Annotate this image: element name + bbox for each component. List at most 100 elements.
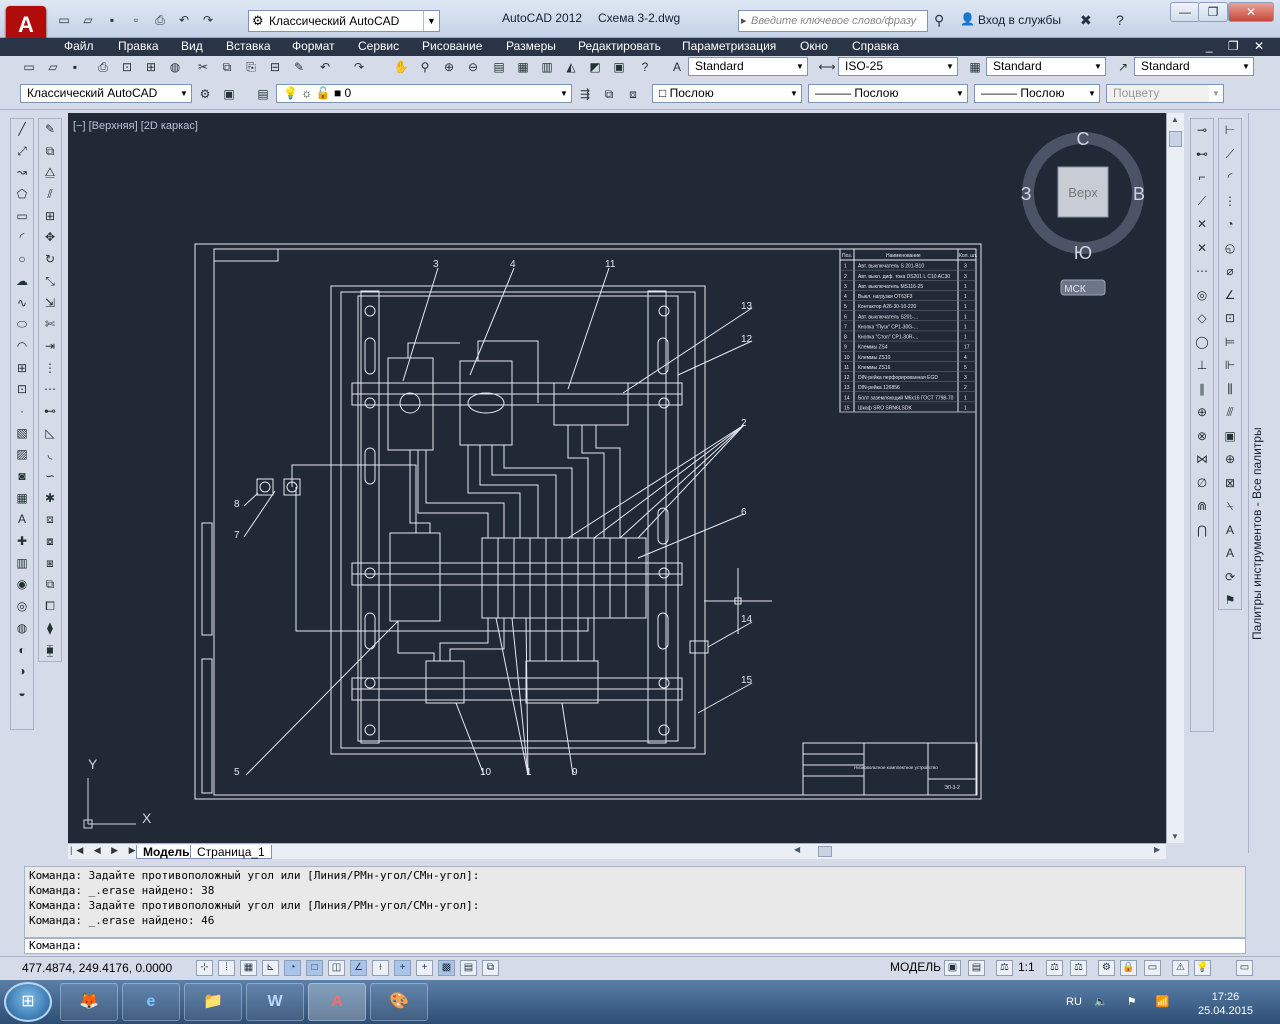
make-current-icon[interactable]: ⇶ [576, 85, 594, 103]
workspace-select[interactable]: ⚙ Классический AutoCAD ▼ [248, 10, 440, 32]
quick-view-layouts-icon[interactable]: ▣ [944, 960, 961, 976]
text-style-select[interactable]: Standard ▼ [688, 57, 808, 76]
dim-space-icon[interactable]: ⫼ [1219, 378, 1241, 402]
copy-object-icon[interactable]: ⧉ [39, 141, 61, 163]
compass-east[interactable]: В [1133, 184, 1145, 204]
bring-above-icon[interactable]: ⧉ [39, 574, 61, 596]
text-front-icon[interactable]: ⧫ [39, 618, 61, 640]
match-properties-icon[interactable]: ✎ [290, 58, 308, 76]
scroll-up-icon[interactable]: ▲ [1171, 115, 1179, 124]
fillet-icon[interactable]: ◟ [39, 444, 61, 466]
viewport-label[interactable]: [−] [Верхняя] [2D каркас] [73, 120, 198, 132]
gradient-icon[interactable]: ▨ [11, 444, 33, 466]
dim-arc-icon[interactable]: ◜ [1219, 166, 1241, 190]
compass-north[interactable]: С [1077, 129, 1090, 149]
hscroll-left-icon[interactable]: ◀ [794, 845, 800, 854]
grid-display-icon[interactable]: ▦ [240, 960, 257, 976]
zoom-window-icon[interactable]: ⊕ [440, 58, 458, 76]
sheet-set-icon[interactable]: ◭ [562, 58, 580, 76]
menu-tools[interactable]: Сервис [358, 39, 399, 53]
binoculars-icon[interactable]: ⚲ [934, 12, 944, 29]
restore-button[interactable]: ❐ [1198, 2, 1228, 22]
customize-icon[interactable]: ▣ [220, 85, 238, 103]
erase-icon[interactable]: ✎ [39, 119, 61, 141]
color-select[interactable]: □ Послою ▼ [652, 84, 802, 103]
bring-front-icon[interactable]: ⧇ [39, 531, 61, 553]
table-style-select[interactable]: Standard ▼ [986, 57, 1106, 76]
rectangle-icon[interactable]: ▭ [11, 206, 33, 228]
array-icon[interactable]: ⊞ [39, 206, 61, 228]
ucs-menu[interactable]: МСК [1064, 284, 1086, 295]
snap-insert-icon[interactable]: ⊕ [1191, 401, 1213, 425]
mirror-icon[interactable]: ⧋ [39, 162, 61, 184]
trim-icon[interactable]: ✄ [39, 314, 61, 336]
dim-quick-icon[interactable]: ⊡ [1219, 307, 1241, 331]
construction-line-icon[interactable]: ⤢ [11, 141, 33, 163]
ellipse-arc-icon[interactable]: ◠ [11, 336, 33, 358]
clean-screen-icon[interactable]: ▭ [1236, 960, 1253, 976]
design-center-icon[interactable]: ▦ [514, 58, 532, 76]
save-icon[interactable]: ▪ [66, 58, 84, 76]
quick-view-drawings-icon[interactable]: ▤ [968, 960, 985, 976]
model-space-toggle[interactable]: МОДЕЛЬ [890, 960, 941, 974]
workspace-switching-icon[interactable]: ⚙ [1098, 960, 1115, 976]
polyline-icon[interactable]: ↝ [11, 162, 33, 184]
clock[interactable]: 17:26 25.04.2015 [1198, 990, 1253, 1018]
viewcube-face[interactable]: Верх [1068, 185, 1098, 200]
osnap-settings-icon[interactable]: ⋒ [1191, 495, 1213, 519]
chevron-down-icon[interactable]: ▼ [423, 11, 439, 31]
snap-node-icon[interactable]: ⊗ [1191, 425, 1213, 449]
dim-baseline-icon[interactable]: ⊨ [1219, 331, 1241, 355]
scroll-down-icon[interactable]: ▼ [1171, 832, 1179, 841]
selection-cycling-icon[interactable]: ⧉ [482, 960, 499, 976]
offset-icon[interactable]: ⫽ [39, 184, 61, 206]
add-selected-icon[interactable]: ✚ [11, 531, 33, 553]
break-icon[interactable]: ⋯ [39, 379, 61, 401]
center-mark-icon[interactable]: ⊕ [1219, 448, 1241, 472]
dim-break-icon[interactable]: ⫻ [1219, 401, 1241, 425]
infer-constraints-icon[interactable]: ⊹ [196, 960, 213, 976]
warning-icon[interactable]: ⚠ [1172, 960, 1189, 976]
zoom-previous-icon[interactable]: ⊖ [464, 58, 482, 76]
redo-icon[interactable]: ↷ [350, 58, 368, 76]
menu-parametric[interactable]: Параметризация [682, 39, 776, 53]
word-taskbar-icon[interactable]: W [246, 983, 304, 1021]
save-icon[interactable]: ▪ [102, 10, 122, 30]
copy-icon[interactable]: ⧉ [218, 58, 236, 76]
dim-update-icon[interactable]: ⟳ [1219, 566, 1241, 590]
open-icon[interactable]: ▱ [78, 10, 98, 30]
snap-apparent-icon[interactable]: ✕ [1191, 237, 1213, 261]
tool-palettes-icon[interactable]: ▥ [538, 58, 556, 76]
vertical-scrollbar[interactable]: ▲ ▼ [1166, 113, 1184, 843]
dynamic-input-icon[interactable]: + [394, 960, 411, 976]
annotation-scale-value[interactable]: 1:1 [1018, 960, 1035, 974]
menu-window[interactable]: Окно [800, 39, 828, 53]
plot-icon[interactable]: ⎙ [150, 10, 170, 30]
start-button[interactable]: ⊞ [4, 982, 52, 1022]
coordinates-readout[interactable]: 477.4874, 249.4176, 0.0000 [22, 961, 172, 975]
autocad-taskbar-icon[interactable]: A [308, 983, 366, 1021]
mdi-window-buttons[interactable]: _ ❐ ✕ [1206, 39, 1270, 53]
drawing-canvas[interactable]: [−] [Верхняя] [2D каркас] Верх С Ю В З М… [68, 113, 1166, 843]
markup-icon[interactable]: ◩ [586, 58, 604, 76]
polygon-icon[interactable]: ⬠ [11, 184, 33, 206]
insert-block-icon[interactable]: ⊞ [11, 358, 33, 380]
tab-navigation-arrows[interactable]: |◀ ◀ ▶ ▶| [70, 845, 146, 856]
save-as-icon[interactable]: ▫ [126, 10, 146, 30]
menu-edit[interactable]: Правка [118, 39, 159, 53]
snap-from-icon[interactable]: ⊷ [1191, 143, 1213, 167]
hscroll-thumb[interactable] [818, 846, 832, 857]
tab-model[interactable]: Модель [136, 845, 197, 859]
render-icon[interactable]: ◐ [11, 640, 33, 662]
dim-style-icon[interactable]: ⚑ [1219, 589, 1241, 613]
paste-block-icon[interactable]: ⊟ [266, 58, 284, 76]
command-input[interactable]: Команда: [24, 938, 1246, 954]
torus-icon[interactable]: ◍ [11, 618, 33, 640]
ellipse-icon[interactable]: ⬭ [11, 314, 33, 336]
dim-style-select[interactable]: ISO-25 ▼ [838, 57, 958, 76]
snap-endpoint-icon[interactable]: ⌐ [1191, 166, 1213, 190]
compass-west[interactable]: З [1021, 184, 1032, 204]
menu-dimension[interactable]: Размеры [506, 39, 556, 53]
linetype-select[interactable]: ——— Послою ▼ [808, 84, 968, 103]
tray-icons[interactable]: 🔈 ⚑ 📶 [1094, 995, 1177, 1008]
